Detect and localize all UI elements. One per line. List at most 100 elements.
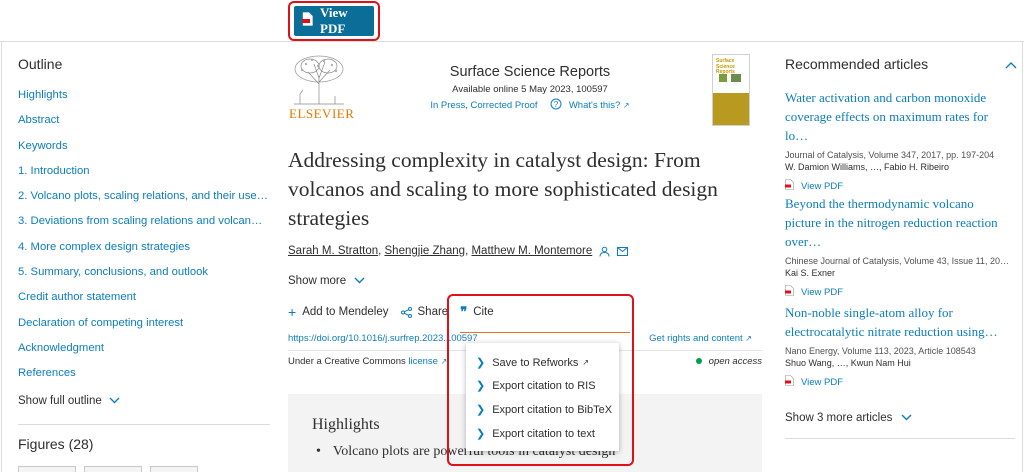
available-online: Available online 5 May 2023, 100597 <box>452 84 608 95</box>
save-to-refworks-item[interactable]: ❯ Save to Refworks ↗ <box>476 356 590 370</box>
show-more-articles-button[interactable]: Show 3 more articles <box>785 412 912 424</box>
external-link-icon: ↗ <box>582 358 590 367</box>
outline-item-abstract[interactable]: Abstract <box>18 114 268 139</box>
export-ris-item[interactable]: ❯ Export citation to RIS <box>476 379 596 393</box>
get-rights-link[interactable]: Get rights and content <box>649 333 742 344</box>
menu-item-label: Export citation to RIS <box>492 379 596 392</box>
chevron-down-icon <box>901 412 912 424</box>
recommended-article: Non-noble single-atom alloy for electroc… <box>785 303 1013 389</box>
recommended-view-pdf-link[interactable]: View PDF <box>785 179 1013 193</box>
cite-dropdown-menu: ❯ Save to Refworks ↗ ❯ Export citation t… <box>466 343 619 451</box>
journal-header: Surface Science Reports Available online… <box>380 64 680 113</box>
view-pdf-label: View PDF <box>320 5 348 36</box>
show-more-articles-label: Show 3 more articles <box>785 412 893 424</box>
chevron-up-icon[interactable] <box>1005 56 1017 72</box>
svg-text:?: ? <box>554 100 559 109</box>
menu-item-label: Export citation to text <box>492 427 595 440</box>
outline-item-references[interactable]: References <box>18 367 268 392</box>
author-link[interactable]: Matthew M. Montemore <box>471 245 592 257</box>
outline-item-section-4[interactable]: 4. More complex design strategies <box>18 241 268 266</box>
outline-heading: Outline <box>18 56 63 72</box>
outline-item-section-2[interactable]: 2. Volcano plots, scaling relations, and… <box>18 190 268 215</box>
figure-thumbnail[interactable] <box>84 466 142 472</box>
journal-cover[interactable]: Surface Science Reports <box>712 54 750 126</box>
person-icon[interactable] <box>599 246 610 257</box>
show-full-outline-button[interactable]: Show full outline <box>18 395 268 407</box>
show-more-label: Show more <box>288 275 347 287</box>
open-access-label: open access <box>708 356 762 367</box>
share-button[interactable]: Share <box>400 306 449 318</box>
recommended-article: Water activation and carbon monoxide cov… <box>785 88 1013 193</box>
view-pdf-highlight: View PDF <box>288 1 380 41</box>
recommended-article-meta: Chinese Journal of Catalysis, Volume 43,… <box>785 256 1013 266</box>
view-pdf-label: View PDF <box>801 286 844 298</box>
outline-list: Highlights Abstract Keywords 1. Introduc… <box>18 89 268 393</box>
author-link[interactable]: Shengjie Zhang <box>385 245 466 257</box>
chevron-right-icon: ❯ <box>476 428 486 440</box>
pdf-file-icon <box>785 285 794 299</box>
outline-item-acknowledgment[interactable]: Acknowledgment <box>18 342 268 367</box>
figures-heading: Figures (28) <box>18 436 94 452</box>
chevron-down-icon <box>109 395 120 407</box>
external-link-icon: ↗ <box>745 334 752 343</box>
license-link[interactable]: license <box>408 356 438 367</box>
pdf-file-icon <box>785 375 794 389</box>
journal-name[interactable]: Surface Science Reports <box>380 64 680 80</box>
share-label: Share <box>417 306 449 318</box>
view-pdf-label: View PDF <box>801 180 844 192</box>
outline-item-credit[interactable]: Credit author statement <box>18 291 268 316</box>
chevron-right-icon: ❯ <box>476 380 486 392</box>
right-border <box>1022 42 1023 472</box>
recommended-panel: Recommended articles <box>785 56 1015 72</box>
left-border <box>1 42 2 472</box>
recommended-view-pdf-link[interactable]: View PDF <box>785 375 1013 389</box>
elsevier-wordmark: ELSEVIER <box>289 106 355 121</box>
article-title: Addressing complexity in catalyst design… <box>288 148 718 230</box>
outline-item-highlights[interactable]: Highlights <box>18 89 268 114</box>
envelope-icon[interactable] <box>617 246 629 256</box>
recommended-view-pdf-link[interactable]: View PDF <box>785 285 1013 299</box>
recommended-article-authors: Kai S. Exner <box>785 268 836 278</box>
elsevier-tree-logo[interactable] <box>288 54 350 111</box>
highlights-heading: Highlights <box>312 416 380 433</box>
rights-row: Get rights and content ↗ <box>649 333 752 344</box>
share-icon <box>400 306 412 318</box>
outline-item-introduction[interactable]: 1. Introduction <box>18 165 268 190</box>
outline-panel: Outline Highlights Abstract Keywords 1. … <box>18 56 268 407</box>
external-link-icon: ↗ <box>622 101 630 111</box>
view-pdf-button[interactable]: View PDF <box>294 5 374 36</box>
outline-item-section-3[interactable]: 3. Deviations from scaling relations and… <box>18 215 268 240</box>
recommended-article-title[interactable]: Non-noble single-atom alloy for electroc… <box>785 303 1013 341</box>
bullet-icon: • <box>316 444 321 459</box>
figure-thumbnail[interactable] <box>18 466 76 472</box>
menu-item-label: Save to Refworks <box>492 356 579 369</box>
mendeley-label: Add to Mendeley <box>302 306 389 318</box>
author-list: Sarah M. Stratton, Shengjie Zhang, Matth… <box>288 245 629 257</box>
outline-item-declaration[interactable]: Declaration of competing interest <box>18 317 268 342</box>
recommended-article-meta: Journal of Catalysis, Volume 347, 2017, … <box>785 150 995 160</box>
recommended-divider <box>785 438 1015 439</box>
export-bibtex-item[interactable]: ❯ Export citation to BibTeX <box>476 403 612 417</box>
open-access-dot-icon <box>695 358 702 365</box>
whats-this-link[interactable]: What's this? <box>569 100 620 111</box>
recommended-heading: Recommended articles <box>785 56 929 72</box>
author-link[interactable]: Sarah M. Stratton <box>288 245 378 257</box>
show-full-outline-label: Show full outline <box>18 394 102 407</box>
export-text-item[interactable]: ❯ Export citation to text <box>476 427 595 441</box>
figure-thumbnail[interactable] <box>150 466 198 472</box>
in-press-link[interactable]: In Press, Corrected Proof <box>430 100 537 111</box>
view-pdf-label: View PDF <box>801 376 844 388</box>
top-toolbar: View PDF <box>0 0 1024 42</box>
plus-icon: + <box>288 304 297 320</box>
show-more-button[interactable]: Show more <box>288 275 365 287</box>
chevron-right-icon: ❯ <box>476 357 486 369</box>
pdf-file-icon <box>785 179 794 193</box>
recommended-article: Beyond the thermodynamic volcano picture… <box>785 194 1013 299</box>
add-to-mendeley-button[interactable]: + Add to Mendeley <box>288 304 389 320</box>
outline-item-keywords[interactable]: Keywords <box>18 140 268 165</box>
outline-divider <box>18 424 270 425</box>
chevron-down-icon <box>354 275 365 287</box>
recommended-article-title[interactable]: Beyond the thermodynamic volcano picture… <box>785 194 1013 251</box>
recommended-article-title[interactable]: Water activation and carbon monoxide cov… <box>785 88 1013 145</box>
outline-item-section-5[interactable]: 5. Summary, conclusions, and outlook <box>18 266 268 291</box>
